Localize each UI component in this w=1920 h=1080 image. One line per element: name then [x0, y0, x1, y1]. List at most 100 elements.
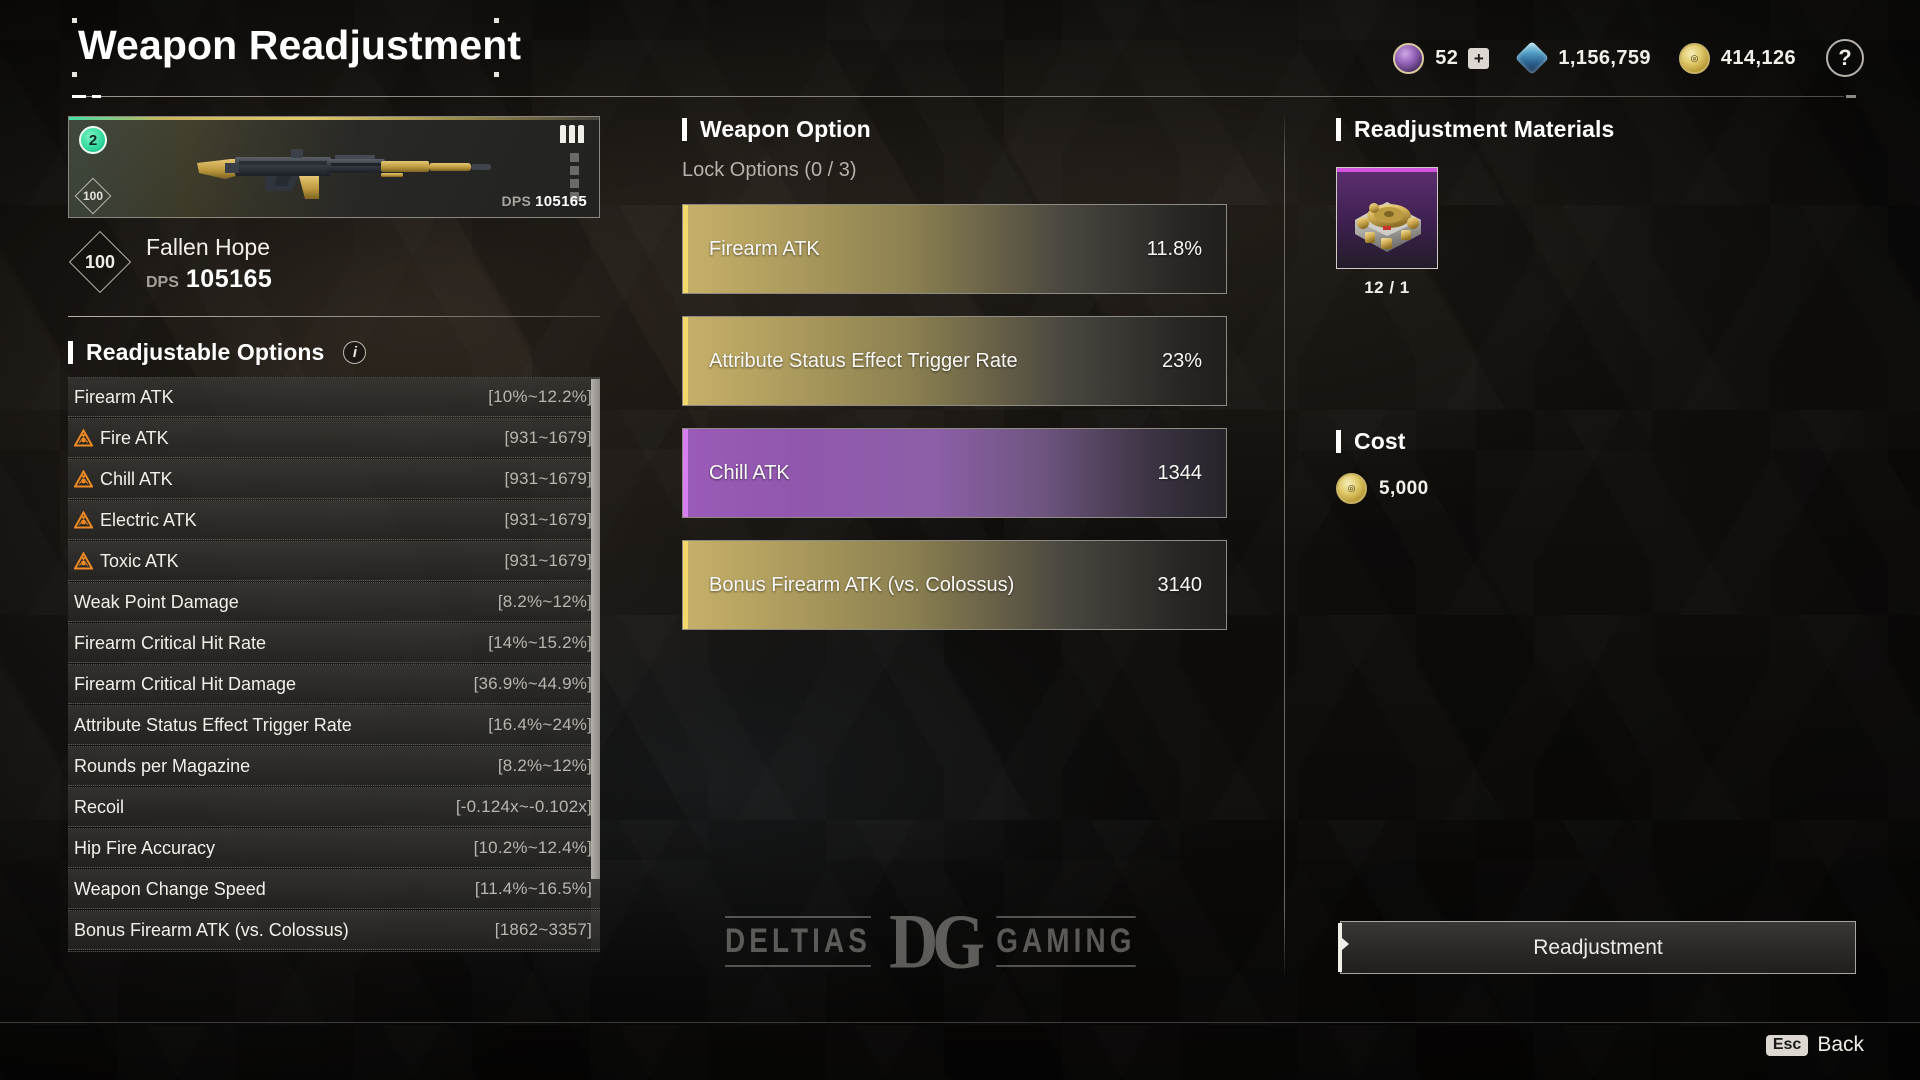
readjustable-option-row[interactable]: Weak Point Damage [8.2%~12%] [68, 582, 600, 622]
gold-coin-icon: ◎ [1336, 473, 1367, 504]
readjustable-option-row[interactable]: Firearm ATK [10%~12.2%] [68, 377, 600, 417]
option-range: [8.2%~12%] [497, 592, 592, 611]
readjustable-option-row[interactable]: Fire ATK [931~1679] [68, 418, 600, 458]
weapon-image [197, 149, 491, 199]
options-scrollbar-track[interactable] [591, 377, 600, 952]
blue-crystal-icon [1515, 41, 1550, 75]
readjustable-option-row[interactable]: Electric ATK [931~1679] [68, 500, 600, 540]
weapon-option-name: Bonus Firearm ATK (vs. Colossus) [709, 573, 1015, 596]
weapon-option-card[interactable]: Attribute Status Effect Trigger Rate 23% [682, 316, 1227, 406]
weapon-dps-label: DPS [146, 274, 179, 291]
weapon-option-accent-bar [683, 541, 688, 629]
material-device-icon [1355, 202, 1421, 252]
readjustable-option-row[interactable]: Rounds per Magazine [8.2%~12%] [68, 746, 600, 786]
weapon-option-card[interactable]: Bonus Firearm ATK (vs. Colossus) 3140 [682, 540, 1227, 630]
option-name: Toxic ATK [100, 550, 179, 571]
option-label-group: Chill ATK [74, 469, 173, 490]
readjustable-option-row[interactable]: Firearm Critical Hit Damage [36.9%~44.9%] [68, 664, 600, 704]
readjustable-option-row[interactable]: Toxic ATK [931~1679] [68, 541, 600, 581]
option-name: Fire ATK [100, 427, 169, 448]
option-name: Weak Point Damage [74, 591, 239, 612]
option-range: [1862~3357] [494, 920, 592, 939]
option-label-group: Weapon Change Speed [74, 879, 266, 900]
section-accent-bar [68, 341, 73, 364]
option-name: Rounds per Magazine [74, 755, 251, 776]
element-warning-icon [74, 470, 93, 488]
weapon-option-cards: Firearm ATK 11.8% Attribute Status Effect … [682, 204, 1227, 630]
option-label-group: Firearm Critical Hit Damage [74, 674, 296, 695]
option-label-group: Weak Point Damage [74, 592, 239, 613]
weapon-dps: DPS 105165 [146, 265, 272, 294]
currency-gold-coin[interactable]: ◎ 414,126 [1678, 42, 1796, 74]
readjustable-option-row[interactable]: Chill ATK [931~1679] [68, 459, 600, 499]
weapon-option-accent-bar [683, 317, 688, 405]
option-range: [10.2%~12.4%] [473, 838, 592, 857]
element-warning-icon [74, 511, 93, 529]
option-name: Weapon Change Speed [74, 878, 266, 899]
title-dot [72, 72, 77, 77]
option-label-group: Firearm ATK [74, 387, 174, 408]
weapon-level-text: 100 [84, 251, 116, 272]
option-name: Firearm Critical Hit Rate [74, 632, 267, 653]
material-item-slot[interactable] [1336, 167, 1438, 269]
weapon-card-rarity-bar [69, 117, 599, 120]
cost-value: 5,000 [1379, 477, 1429, 499]
weapon-option-card[interactable]: Chill ATK 1344 [682, 428, 1227, 518]
info-icon[interactable]: i [343, 341, 367, 364]
readjustable-options-heading: Readjustable Options i [68, 339, 600, 366]
weapon-dps-value: 105165 [185, 265, 273, 293]
weapon-card-level-text: 100 [82, 189, 104, 203]
readjustable-option-row[interactable]: Weapon Change Speed [11.4%~16.5%] [68, 869, 600, 909]
add-currency-button[interactable]: + [1468, 47, 1490, 69]
option-range: [-0.124x~-0.102x] [455, 797, 592, 816]
section-accent-bar [1336, 118, 1341, 141]
weapon-info: 100 Fallen Hope DPS 105165 [68, 234, 600, 300]
option-name: Firearm ATK [74, 386, 174, 407]
materials-title: Readjustment Materials [1354, 116, 1615, 142]
weapon-option-accent-bar [683, 429, 688, 517]
section-accent-bar [1336, 430, 1341, 453]
option-label-group: Electric ATK [74, 510, 197, 531]
readjustable-options-list: Firearm ATK [10%~12.2%] Fire ATK [931~1679]… [68, 377, 600, 952]
option-range: [16.4%~24%] [488, 715, 592, 734]
options-scrollbar-thumb[interactable] [591, 379, 600, 879]
cost-title: Cost [1354, 428, 1406, 454]
currency-blue-crystal[interactable]: 1,156,759 [1515, 41, 1651, 75]
option-name: Bonus Firearm ATK (vs. Colossus) [74, 919, 349, 940]
readjustable-option-row[interactable]: Bonus Firearm ATK (vs. Colossus) [1862~33… [68, 910, 600, 950]
option-range: [11.4%~16.5%] [474, 879, 592, 898]
weapon-card-dps-value: 105165 [535, 193, 587, 210]
cost-row: ◎ 5,000 [1336, 473, 1856, 504]
option-label-group: Fire ATK [74, 428, 169, 449]
readjustable-option-row[interactable]: Recoil [-0.124x~-0.102x] [68, 787, 600, 827]
weapon-option-name: Chill ATK [709, 461, 790, 484]
right-column: Readjustment Materials 12 / 1 Cost ◎ 5,0… [1336, 116, 1856, 504]
footer-separator [0, 1022, 1920, 1023]
material-rarity-bar [1337, 168, 1437, 172]
option-name: Firearm Critical Hit Damage [74, 673, 297, 694]
option-label-group: Recoil [74, 797, 124, 818]
option-name: Recoil [74, 796, 125, 817]
weapon-option-card[interactable]: Firearm ATK 11.8% [682, 204, 1227, 294]
option-range: [36.9%~44.9%] [473, 674, 592, 693]
readjustment-button[interactable]: Readjustment [1340, 921, 1856, 974]
weapon-card-dps-label: DPS [501, 193, 532, 209]
weapon-level-diamond: 100 [72, 234, 128, 290]
weapon-option-value: 23% [1161, 349, 1202, 372]
help-button[interactable]: ? [1826, 39, 1864, 77]
option-label-group: Hip Fire Accuracy [74, 838, 215, 859]
weapon-card[interactable]: 2 100 DPS 105165 [68, 116, 600, 218]
readjustable-option-row[interactable]: Attribute Status Effect Trigger Rate [16.… [68, 705, 600, 745]
currency-purple-token[interactable]: 52 + [1393, 42, 1490, 74]
readjustable-option-row[interactable]: Hip Fire Accuracy [10.2%~12.4%] [68, 828, 600, 868]
material-count: 12 / 1 [1364, 278, 1410, 297]
back-prompt[interactable]: Esc Back [1765, 1033, 1864, 1057]
option-label-group: Rounds per Magazine [74, 756, 250, 777]
readjustable-option-row[interactable]: Firearm Critical Hit Rate [14%~15.2%] [68, 623, 600, 663]
purple-token-value: 52 [1435, 46, 1459, 69]
option-label-group: Bonus Firearm ATK (vs. Colossus) [74, 920, 349, 941]
lock-options-counter: Lock Options (0 / 3) [682, 159, 857, 181]
readjustable-option-row[interactable]: Bonus Firearm ATK (vs. Legion of Darknes… [68, 951, 600, 952]
header-separator-tick [72, 95, 86, 98]
cost-heading: Cost [1336, 428, 1856, 455]
